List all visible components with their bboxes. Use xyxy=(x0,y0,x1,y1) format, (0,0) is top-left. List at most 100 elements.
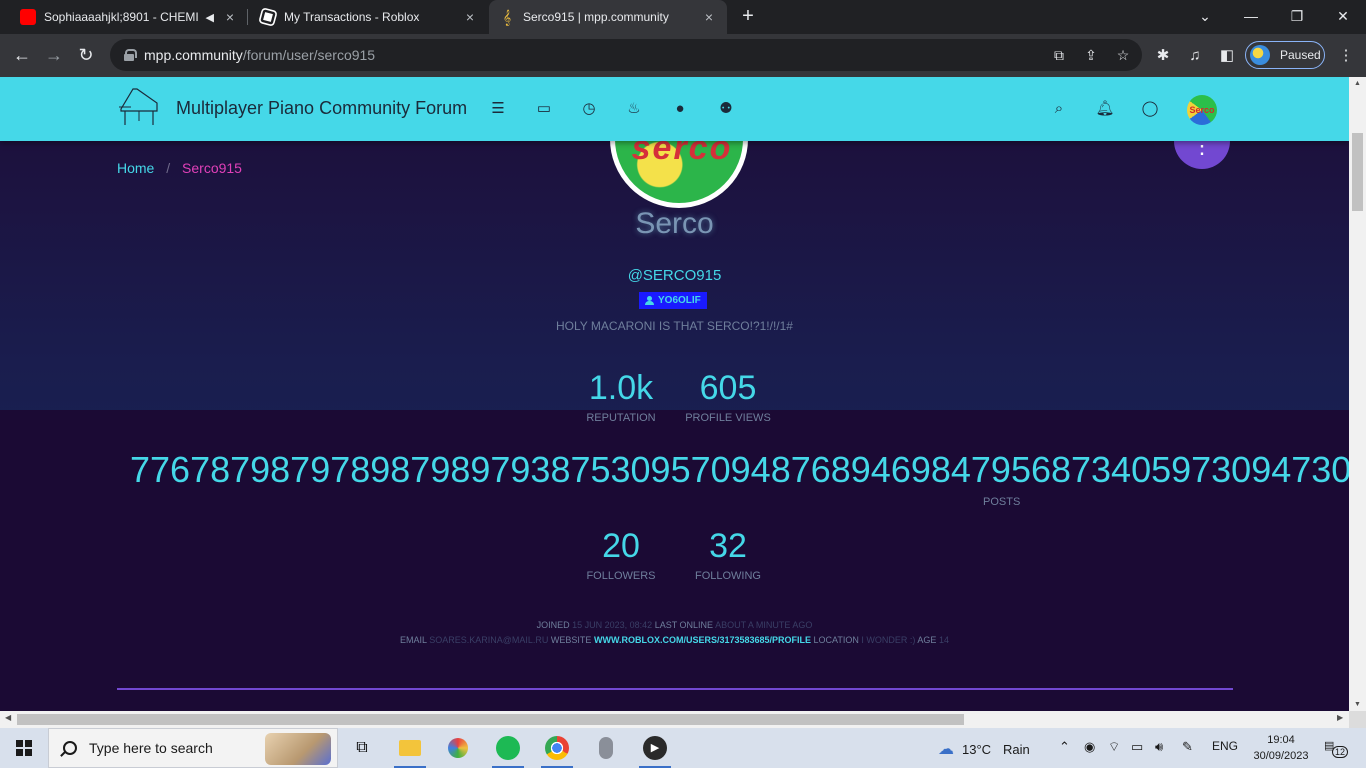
tab-mpp-community[interactable]: 𝄞 Serco915 | mpp.community × xyxy=(489,0,727,34)
recent-clock-icon[interactable]: ◷ xyxy=(579,99,599,119)
close-window-button[interactable]: ✕ xyxy=(1320,0,1366,34)
breadcrumb-home[interactable]: Home xyxy=(117,160,154,176)
tab-search-button[interactable]: ⌄ xyxy=(1182,0,1228,34)
profile-meta-row-1: JOINED 15 JUN 2023, 08:42 LAST ONLINE AB… xyxy=(0,620,1349,630)
posts-value: 7767879879789879897938753095709487689469… xyxy=(130,449,1349,490)
maximize-button[interactable]: ❐ xyxy=(1274,0,1320,34)
email-label: EMAIL xyxy=(400,635,427,645)
posts-label: POSTS xyxy=(983,496,1021,508)
header-user-avatar[interactable]: Serco xyxy=(1187,95,1217,125)
clock-date: 30/09/2023 xyxy=(1253,750,1309,762)
spotify-icon[interactable] xyxy=(484,728,532,768)
user-badge-icon xyxy=(645,296,654,305)
menu-kebab-icon[interactable]: ⋮ xyxy=(1336,46,1356,66)
minimize-button[interactable]: — xyxy=(1228,0,1274,34)
address-bar[interactable]: mpp.community/forum/user/serco915 ⧉ ⇪ ☆ xyxy=(110,39,1142,71)
back-button[interactable]: ← xyxy=(10,43,34,67)
horizontal-scroll-thumb[interactable] xyxy=(17,714,964,725)
groups-icon[interactable]: ⚉ xyxy=(716,99,736,119)
bookmark-star-icon[interactable]: ☆ xyxy=(1114,46,1132,64)
page-viewport: Multiplayer Piano Community Forum ☰ ▭ ◷ … xyxy=(0,77,1349,711)
joined-label: JOINED xyxy=(536,620,570,630)
network-icon[interactable]: ⌔ xyxy=(1108,739,1120,755)
breadcrumb-separator: / xyxy=(166,160,171,176)
followers-value: 20 xyxy=(602,527,640,565)
stat-reputation: 1.0k REPUTATION xyxy=(575,369,667,424)
scroll-right-arrow-icon[interactable]: ▶ xyxy=(1337,713,1343,722)
scroll-left-arrow-icon[interactable]: ◀ xyxy=(5,713,11,722)
joined-value: 15 JUN 2023, 08:42 xyxy=(572,620,653,630)
file-explorer-icon[interactable] xyxy=(386,728,434,768)
inbox-icon[interactable]: ▭ xyxy=(534,99,554,119)
profile-avatar xyxy=(1250,45,1270,65)
followers-label: FOLLOWERS xyxy=(586,570,656,582)
taskbar-search[interactable]: Type here to search xyxy=(48,728,338,768)
scroll-down-arrow-icon[interactable]: ▼ xyxy=(1349,701,1366,708)
profile-button[interactable]: Paused xyxy=(1245,41,1325,69)
vertical-scroll-thumb[interactable] xyxy=(1352,133,1363,211)
media-player-icon[interactable]: ▶ xyxy=(631,728,679,768)
profile-status: Paused xyxy=(1280,48,1321,62)
section-divider xyxy=(117,688,1233,690)
url-path: /forum/user/serco915 xyxy=(242,47,376,63)
profile-meta-row-2: EMAIL SOARES.KARINA@MAIL.RU WEBSITE WWW.… xyxy=(0,635,1349,645)
tray-overflow-icon[interactable]: ⌃ xyxy=(1059,739,1070,755)
chat-icon[interactable]: ◯ xyxy=(1140,99,1160,119)
pen-icon[interactable]: ✎ xyxy=(1182,739,1193,755)
weather-widget[interactable]: ☁ 13°C Rain xyxy=(938,739,1030,759)
site-title[interactable]: Multiplayer Piano Community Forum xyxy=(176,98,467,119)
weather-text: Rain xyxy=(1003,741,1030,757)
close-tab-icon[interactable]: × xyxy=(222,9,238,25)
url-text: mpp.community/forum/user/serco915 xyxy=(144,47,375,63)
search-highlight-image xyxy=(265,733,331,765)
tab-youtube[interactable]: Sophiaaaahjkl;8901 - CHEMI ◀︎ × xyxy=(10,0,248,34)
popular-fire-icon[interactable]: ♨ xyxy=(624,99,644,119)
website-link[interactable]: WWW.ROBLOX.COM/USERS/3173583685/PROFILE xyxy=(594,635,811,645)
mouse-app-icon[interactable] xyxy=(582,728,630,768)
vertical-scrollbar[interactable]: ▲ ▼ xyxy=(1349,77,1366,711)
task-view-icon[interactable]: ⧉ xyxy=(338,728,386,768)
reload-button[interactable]: ↻ xyxy=(74,43,98,67)
profile-display-name: Serco xyxy=(635,207,714,240)
group-badge[interactable]: YO6OLIF xyxy=(639,292,707,309)
email-value: SOARES.KARINA@MAIL.RU xyxy=(429,635,549,645)
notifications-bell-icon[interactable]: 🔔︎ xyxy=(1095,99,1115,119)
horizontal-scrollbar[interactable]: ◀ ▶ xyxy=(0,711,1349,728)
user-icon[interactable]: ● xyxy=(670,99,690,119)
windows-start-icon[interactable] xyxy=(16,740,32,756)
media-control-icon[interactable]: ♫ xyxy=(1185,46,1205,66)
extensions-icon[interactable]: ✱ xyxy=(1153,46,1173,66)
categories-icon[interactable]: ☰ xyxy=(488,99,508,119)
camera-icon[interactable]: ◉ xyxy=(1084,739,1095,755)
clock-time: 19:04 xyxy=(1267,734,1295,746)
scroll-up-arrow-icon[interactable]: ▲ xyxy=(1349,80,1366,87)
tab-roblox[interactable]: My Transactions - Roblox × xyxy=(250,0,488,34)
forward-button[interactable]: → xyxy=(42,43,66,67)
paint-icon[interactable] xyxy=(434,728,482,768)
notification-center-icon[interactable]: ▤ 12 xyxy=(1324,739,1349,759)
browser-toolbar: ← → ↻ mpp.community/forum/user/serco915 … xyxy=(0,34,1366,77)
audio-icon: ◀︎ xyxy=(205,11,214,24)
new-tab-button[interactable]: + xyxy=(737,6,759,28)
age-label: AGE xyxy=(917,635,937,645)
chrome-icon[interactable] xyxy=(533,728,581,768)
open-in-app-icon[interactable]: ⧉ xyxy=(1050,46,1068,64)
group-badge-label: YO6OLIF xyxy=(658,295,701,306)
battery-icon[interactable]: ▭ xyxy=(1131,739,1143,755)
side-panel-icon[interactable]: ◧ xyxy=(1217,46,1237,66)
close-tab-icon[interactable]: × xyxy=(462,9,478,25)
volume-icon[interactable]: 🔊︎ xyxy=(1155,739,1163,755)
share-icon[interactable]: ⇪ xyxy=(1082,46,1100,64)
youtube-icon xyxy=(20,9,36,25)
tab-title: My Transactions - Roblox xyxy=(284,10,420,24)
search-icon[interactable]: ⌕ xyxy=(1049,99,1069,119)
browser-tab-bar: Sophiaaaahjkl;8901 - CHEMI ◀︎ × My Trans… xyxy=(0,0,1366,34)
piano-logo-icon[interactable] xyxy=(117,85,161,129)
language-indicator[interactable]: ENG xyxy=(1212,739,1238,753)
notification-count: 12 xyxy=(1332,746,1349,758)
taskbar-clock[interactable]: 19:04 30/09/2023 xyxy=(1246,732,1316,764)
close-tab-icon[interactable]: × xyxy=(701,9,717,25)
reputation-value: 1.0k xyxy=(588,369,654,407)
stat-profile-views: 605 PROFILE VIEWS xyxy=(678,369,778,424)
weather-temp: 13°C xyxy=(962,741,992,757)
